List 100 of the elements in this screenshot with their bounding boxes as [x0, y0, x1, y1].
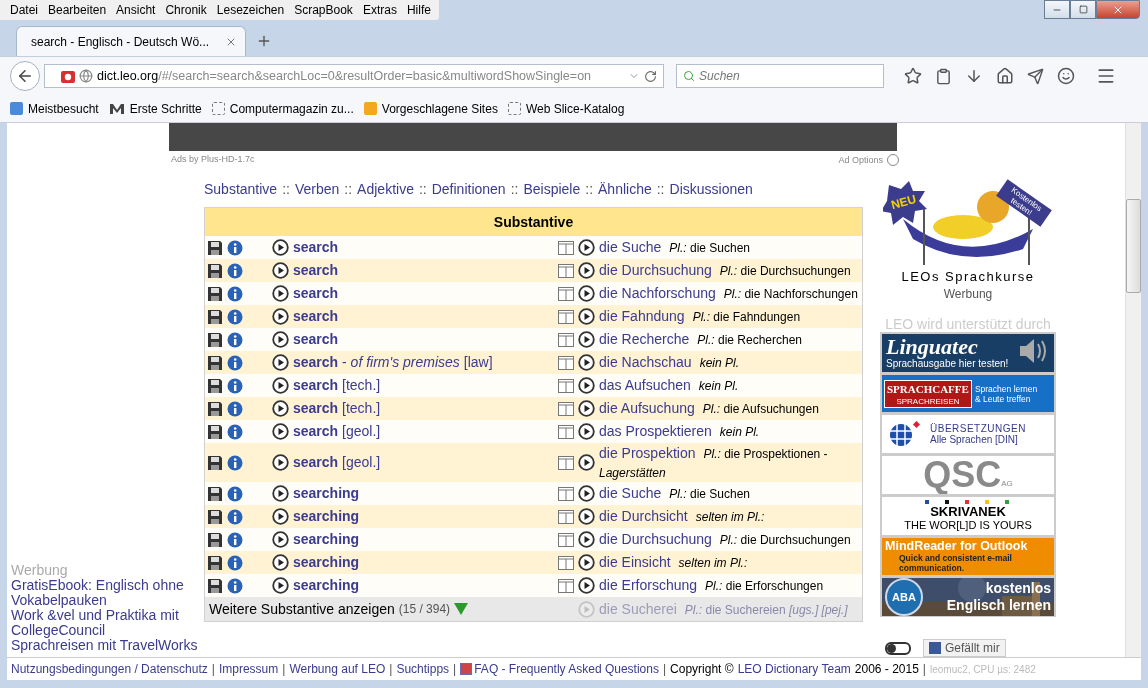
bookmark[interactable]: Erste Schritte [108, 101, 202, 116]
menu-item[interactable]: Bearbeiten [44, 2, 111, 18]
play-icon[interactable] [578, 285, 595, 302]
section-link[interactable]: Adjektive [357, 181, 414, 197]
info-icon[interactable] [227, 577, 243, 594]
play-icon[interactable] [272, 308, 289, 325]
play-icon[interactable] [272, 354, 289, 371]
section-link[interactable]: Diskussionen [669, 181, 753, 197]
save-icon[interactable] [207, 262, 223, 279]
footer-link[interactable]: FAQ - Frequently Asked Questions [460, 662, 659, 676]
info-icon[interactable] [227, 508, 243, 525]
book-icon[interactable] [558, 263, 574, 278]
bookmark[interactable]: Web Slice-Katalog [507, 101, 625, 116]
book-icon[interactable] [558, 455, 574, 470]
info-icon[interactable] [227, 554, 243, 571]
address-field[interactable]: dict.leo.org/#/search=search&searchLoc=0&resultOrder=basic&multiwordShowSingle=on [44, 64, 664, 88]
save-icon[interactable] [207, 577, 223, 594]
more-link[interactable]: Weitere Substantive anzeigen (15 / 394) [205, 601, 558, 617]
footer-link[interactable]: LEO Dictionary Team [737, 662, 851, 676]
book-icon[interactable] [558, 532, 574, 547]
menu-item[interactable]: Hilfe [402, 2, 435, 18]
menu-item[interactable]: Chronik [161, 2, 211, 18]
play-icon[interactable] [578, 331, 595, 348]
qsc-banner[interactable]: QSCAG [880, 454, 1056, 495]
menu-item[interactable]: Lesezeichen [212, 2, 289, 18]
section-link[interactable]: Beispiele [523, 181, 581, 197]
play-icon[interactable] [578, 308, 595, 325]
section-link[interactable]: Definitionen [431, 181, 506, 197]
ad-link[interactable]: Work &vel und Praktika mit CollegeCouncil [11, 608, 201, 638]
new-tab-icon[interactable] [256, 33, 272, 49]
clipboard-icon[interactable] [935, 67, 952, 85]
footer-link[interactable]: Impressum [218, 662, 279, 676]
section-link[interactable]: Verben [294, 181, 340, 197]
save-icon[interactable] [207, 331, 223, 348]
menu-item[interactable]: Ansicht [112, 2, 160, 18]
send-icon[interactable] [1027, 67, 1044, 85]
play-icon[interactable] [272, 239, 289, 256]
play-icon[interactable] [578, 454, 595, 471]
save-icon[interactable] [207, 354, 223, 371]
save-icon[interactable] [207, 485, 223, 502]
save-icon[interactable] [207, 400, 223, 417]
menu-icon[interactable] [1096, 66, 1116, 86]
info-icon[interactable] [227, 331, 243, 348]
book-icon[interactable] [558, 486, 574, 501]
play-icon[interactable] [272, 331, 289, 348]
bookmark[interactable]: Computermagazin zu... [211, 101, 354, 116]
play-icon[interactable] [272, 485, 289, 502]
ad-link[interactable]: Sprachreisen mit TravelWorks [11, 638, 201, 653]
skrivanek-banner[interactable]: SKRIVANEK THE WOR[L]D IS YOURS [880, 494, 1056, 536]
book-icon[interactable] [558, 424, 574, 439]
save-icon[interactable] [207, 454, 223, 471]
save-icon[interactable] [207, 508, 223, 525]
save-icon[interactable] [207, 239, 223, 256]
play-icon[interactable] [272, 554, 289, 571]
back-button[interactable] [10, 61, 40, 91]
like-button[interactable]: Gefällt mir [923, 639, 1006, 658]
info-icon[interactable] [227, 531, 243, 548]
star-icon[interactable] [904, 67, 922, 85]
save-icon[interactable] [207, 423, 223, 440]
book-icon[interactable] [558, 378, 574, 393]
aba-banner[interactable]: ABA kostenlos Englisch lernen [880, 576, 1056, 618]
play-icon[interactable] [272, 285, 289, 302]
book-icon[interactable] [558, 355, 574, 370]
book-icon[interactable] [558, 332, 574, 347]
download-icon[interactable] [965, 67, 983, 85]
footer-link[interactable]: Nutzungsbedingungen / Datenschutz [11, 662, 208, 676]
reload-icon[interactable] [644, 69, 657, 83]
save-icon[interactable] [207, 531, 223, 548]
play-icon[interactable] [272, 454, 289, 471]
play-icon[interactable] [578, 262, 595, 279]
play-icon[interactable] [578, 239, 595, 256]
play-icon[interactable] [578, 577, 595, 594]
book-icon[interactable] [558, 240, 574, 255]
info-icon[interactable] [227, 454, 243, 471]
play-icon[interactable] [272, 400, 289, 417]
maximize-button[interactable] [1070, 0, 1096, 19]
sprachcaffe-banner[interactable]: SPRACHCAFFE SPRACHREISEN Sprachen lernen & Leute treffen [880, 372, 1056, 414]
translation-banner[interactable]: ÜBERSETZUNGEN Alle Sprachen [DIN] [880, 413, 1056, 455]
play-icon[interactable] [578, 377, 595, 394]
play-icon[interactable] [578, 531, 595, 548]
play-icon[interactable] [578, 400, 595, 417]
toggle[interactable] [885, 641, 911, 655]
home-icon[interactable] [996, 67, 1014, 85]
scrollbar[interactable] [1125, 123, 1141, 657]
section-link[interactable]: Ähnliche [598, 181, 652, 197]
play-icon[interactable] [578, 554, 595, 571]
info-icon[interactable] [227, 423, 243, 440]
book-icon[interactable] [558, 555, 574, 570]
play-icon[interactable] [272, 531, 289, 548]
play-icon[interactable] [272, 377, 289, 394]
camera-icon[interactable] [61, 69, 75, 83]
menu-item[interactable]: ScrapBook [290, 2, 357, 18]
info-icon[interactable] [227, 239, 243, 256]
play-icon[interactable] [272, 423, 289, 440]
play-icon[interactable] [578, 354, 595, 371]
book-icon[interactable] [558, 509, 574, 524]
book-icon[interactable] [558, 578, 574, 593]
mindreader-banner[interactable]: MindReader for Outlook Quick and consistent e-mail communication. [880, 535, 1056, 577]
menu-item[interactable]: Datei [6, 2, 42, 18]
ad-options-link[interactable]: Ad Options [838, 154, 899, 166]
